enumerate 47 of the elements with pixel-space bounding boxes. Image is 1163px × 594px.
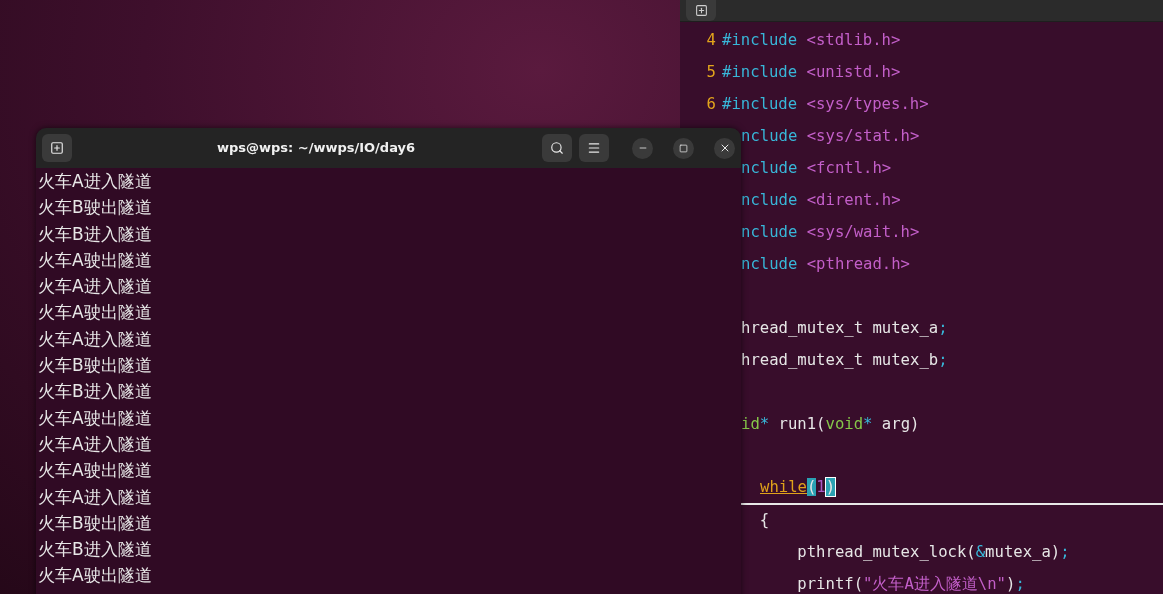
maximize-button[interactable] xyxy=(673,137,694,159)
code-line: nclude <fcntl.h> xyxy=(741,158,892,180)
line-number: 6 xyxy=(705,94,717,116)
search-button[interactable] xyxy=(542,134,572,162)
maximize-icon xyxy=(679,143,688,153)
terminal-output-line: 火车A进入隧道 xyxy=(38,275,152,299)
code-line: id* run1(void* arg) xyxy=(741,414,920,436)
code-line: #include <stdlib.h> xyxy=(722,30,901,52)
line-number: 4 xyxy=(705,30,717,52)
terminal-output-line: 火车B驶出隧道 xyxy=(38,511,152,535)
terminal-output-line: 火车B进入隧道 xyxy=(38,222,152,246)
menu-icon xyxy=(587,141,601,155)
code-line: nclude <sys/wait.h> xyxy=(741,222,920,244)
code-line: { xyxy=(758,510,770,532)
terminal-output-line: 火车A进入隧道 xyxy=(38,485,152,509)
terminal-output-line: 火车A驶出隧道 xyxy=(38,459,152,483)
terminal-output-line: 火车A进入隧道 xyxy=(38,327,152,351)
search-icon xyxy=(550,141,564,155)
code-line: #include <unistd.h> xyxy=(722,62,901,84)
terminal-output-line: 火车B驶出隧道 xyxy=(38,354,152,378)
new-tab-icon xyxy=(694,4,708,17)
code-line: while(1) xyxy=(760,477,836,499)
code-line: nclude <pthread.h> xyxy=(741,254,910,276)
new-tab-button[interactable] xyxy=(686,0,716,21)
window-title: wps@wps: ~/wwps/IO/day6 xyxy=(216,139,416,158)
terminal-output-line: 火车B进入隧道 xyxy=(38,538,152,562)
code-line: printf("火车A进入隧道\n"); xyxy=(796,574,1025,594)
close-button[interactable] xyxy=(714,137,735,159)
code-line: hread_mutex_t mutex_b; xyxy=(741,350,948,372)
minimize-button[interactable] xyxy=(632,137,653,159)
new-tab-icon xyxy=(50,141,64,155)
new-tab-button[interactable] xyxy=(42,134,72,162)
terminal-output-line: 火车A驶出隧道 xyxy=(38,406,152,430)
terminal-output-line: 火车B进入隧道 xyxy=(38,380,152,404)
menu-button[interactable] xyxy=(579,134,609,162)
terminal-output-line: 火车A驶出隧道 xyxy=(38,301,152,325)
code-line: nclude <sys/stat.h> xyxy=(741,126,920,148)
terminal-output-line: 火车B驶出隧道 xyxy=(38,196,152,220)
terminal-output-line: 火车A驶出隧道 xyxy=(38,248,152,272)
line-number: 5 xyxy=(705,62,717,84)
terminal-output-line: 火车A进入隧道 xyxy=(38,432,152,456)
code-line: nclude <dirent.h> xyxy=(741,190,901,212)
code-line: #include <sys/types.h> xyxy=(722,94,929,116)
terminal-output-line: 火车A驶出隧道 xyxy=(38,564,152,588)
code-line: pthread_mutex_lock(&mutex_a); xyxy=(796,542,1070,564)
terminal-output-line: 火车A进入隧道 xyxy=(38,170,152,193)
code-line: hread_mutex_t mutex_a; xyxy=(741,318,948,340)
